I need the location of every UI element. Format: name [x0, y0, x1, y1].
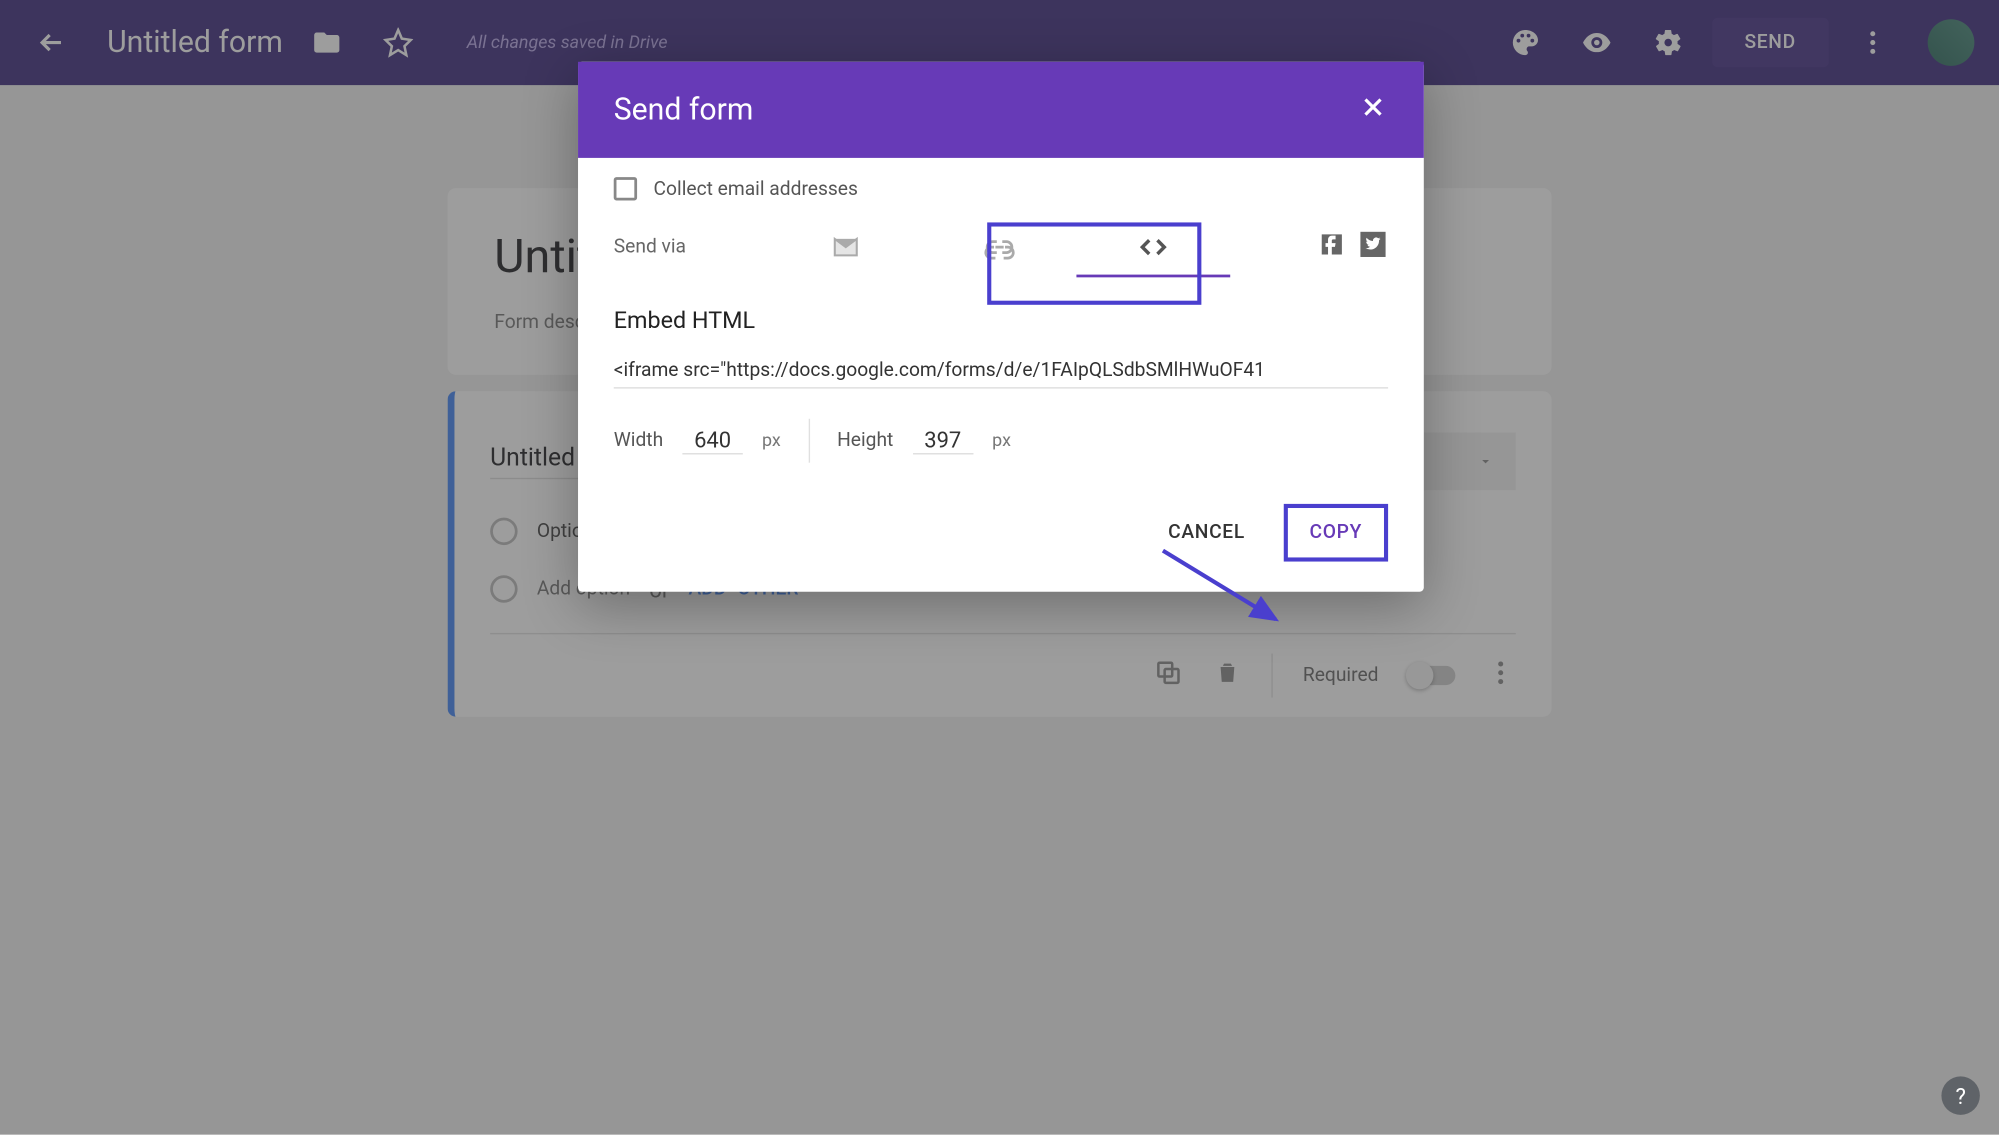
tab-embed[interactable]: [1076, 220, 1230, 275]
embed-code-input[interactable]: [614, 354, 1388, 388]
twitter-icon[interactable]: [1358, 229, 1388, 265]
width-input[interactable]: [682, 427, 742, 454]
send-form-dialog: Send form Collect email addresses Send v…: [578, 62, 1424, 592]
embed-section-title: Embed HTML: [614, 308, 1388, 335]
tab-link[interactable]: [922, 220, 1076, 275]
collect-emails-row[interactable]: Collect email addresses: [614, 177, 1388, 200]
checkbox-icon[interactable]: [614, 177, 637, 200]
height-label: Height: [837, 430, 893, 452]
dialog-title: Send form: [614, 93, 754, 127]
close-icon[interactable]: [1358, 92, 1388, 128]
px-suffix: px: [762, 430, 781, 451]
send-via-label: Send via: [614, 236, 686, 258]
facebook-icon[interactable]: [1317, 229, 1347, 265]
height-input[interactable]: [913, 427, 973, 454]
tab-email[interactable]: [768, 220, 922, 275]
copy-button[interactable]: COPY: [1283, 504, 1388, 562]
width-label: Width: [614, 430, 663, 452]
px-suffix: px: [992, 430, 1011, 451]
help-button[interactable]: ?: [1941, 1076, 1979, 1114]
collect-label: Collect email addresses: [654, 178, 858, 200]
cancel-button[interactable]: CANCEL: [1146, 504, 1267, 562]
dialog-header: Send form: [578, 62, 1424, 158]
